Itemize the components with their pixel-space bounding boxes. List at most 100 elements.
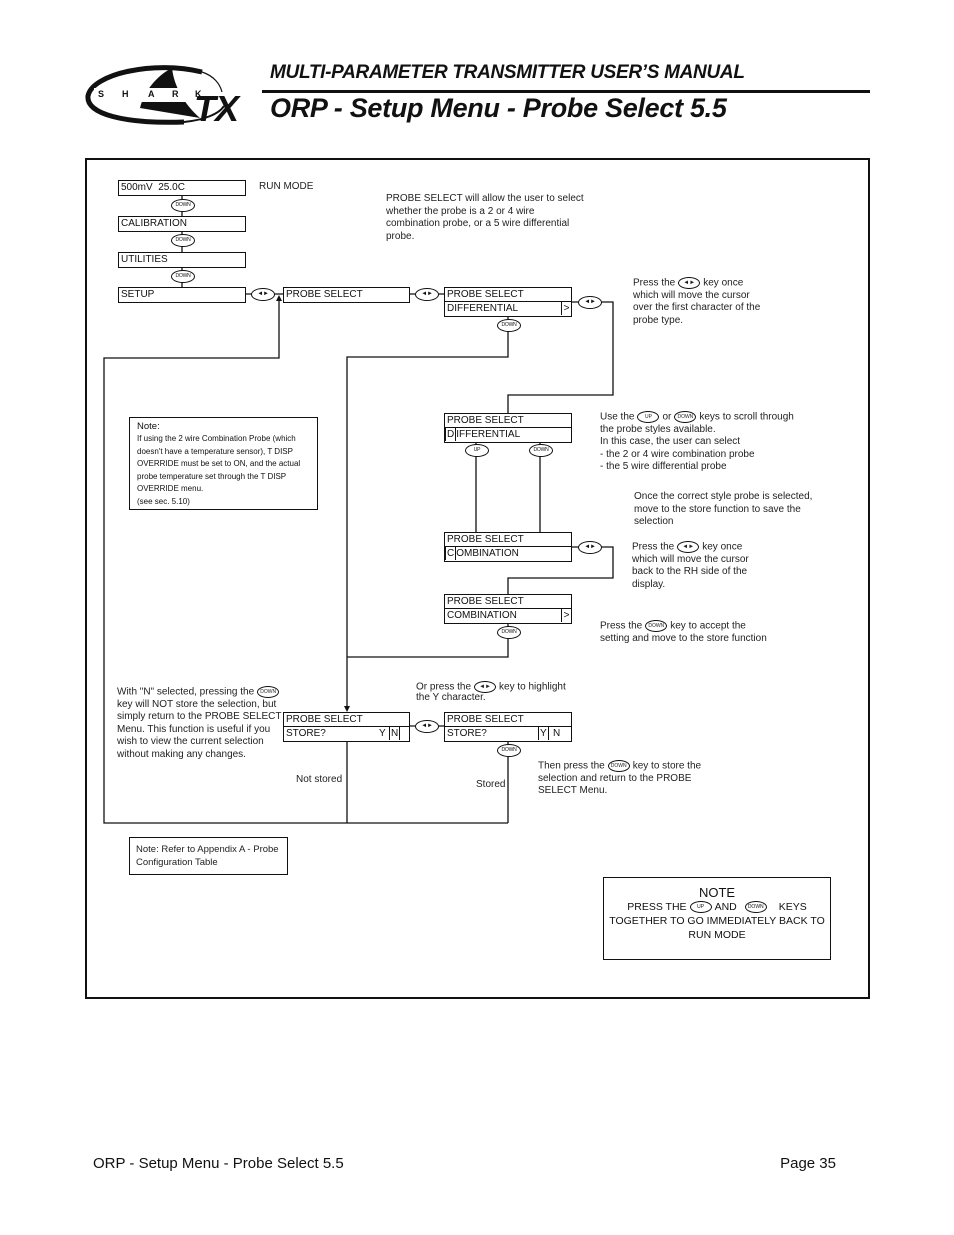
probe-type-value: COMBINATION	[447, 610, 517, 621]
note-temperature: Note: If using the 2 wire Combination Pr…	[129, 417, 318, 510]
down-key-icon: DOWN	[171, 234, 195, 247]
text-fragment: PRESS THE	[627, 901, 687, 913]
screen-line2: DIFFERENTIAL >	[445, 301, 571, 315]
menu-setup: SETUP	[118, 287, 246, 303]
screen-line1: PROBE SELECT	[447, 289, 524, 300]
text-line: setting and move to the store function	[600, 632, 767, 644]
text-line: Note: Refer to Appendix A - Probe	[136, 844, 279, 855]
text-fragment: KEYS	[778, 901, 807, 913]
text-fragment: or	[662, 411, 672, 423]
text-fragment: Use the	[600, 411, 635, 423]
yes-option-selected: Y	[538, 727, 549, 740]
probe-select-label: PROBE SELECT	[286, 289, 363, 300]
left-right-key-icon: ◄►	[474, 681, 497, 693]
text-line: In this case, the user can select	[600, 436, 741, 447]
menu-calibration: CALIBRATION	[118, 216, 246, 232]
down-key-icon: DOWN	[171, 270, 195, 283]
left-right-key-icon: ◄►	[251, 288, 275, 301]
screen-combination-cursor: PROBE SELECT C OMBINATION	[444, 532, 572, 562]
down-key-icon: DOWN	[497, 626, 521, 639]
hint-accept: Press the DOWN key to accept the setting a…	[600, 620, 767, 645]
hint-store: Then press the DOWN key to store the selec…	[538, 760, 701, 798]
run-mode-value: 500mV 25.0C	[121, 182, 185, 193]
down-key-icon: DOWN	[497, 744, 521, 757]
note-run-mode: NOTE PRESS THE UP AND DOWN KEYS TOGETHER TO …	[603, 877, 831, 960]
text-fragment: AND	[714, 901, 737, 913]
hint-n-selected: With "N" selected, pressing the DOWN key …	[117, 686, 282, 761]
text-line: combination probe, or a 5 wire different…	[386, 218, 570, 229]
screen-line2: D IFFERENTIAL	[445, 427, 571, 441]
text-fragment: Press the	[600, 620, 643, 632]
run-mode-label: RUN MODE	[259, 181, 314, 192]
utilities-label: UTILITIES	[121, 254, 168, 265]
text-line: display.	[632, 578, 666, 590]
text-line: which will move the cursor	[632, 553, 749, 565]
menu-probe-select: PROBE SELECT	[283, 287, 410, 303]
no-option-selected: N	[389, 727, 401, 740]
note-appendix: Note: Refer to Appendix A - Probe Config…	[129, 837, 288, 875]
text-fragment: key once	[702, 541, 743, 553]
text-line: probe type.	[633, 314, 684, 326]
text-line: key will NOT store the selection, but	[117, 698, 277, 710]
run-mode-display: 500mV 25.0C	[118, 180, 246, 196]
left-right-key-icon: ◄►	[578, 541, 602, 554]
cursor-character: D	[445, 428, 457, 441]
text-line: PRESS THE UP AND DOWN KEYS	[604, 900, 830, 914]
screen-line1: PROBE SELECT	[447, 596, 524, 607]
text-fragment: Press the	[633, 277, 676, 289]
probe-type-value: DIFFERENTIAL	[447, 303, 519, 314]
store-prompt: STORE?	[447, 728, 487, 739]
down-key-icon: DOWN	[529, 444, 553, 457]
down-key-icon: DOWN	[607, 760, 630, 772]
down-key-icon: DOWN	[171, 199, 195, 212]
text-line: - the 2 or 4 wire combination probe	[600, 448, 755, 460]
text-line: OVERRIDE menu.	[137, 484, 204, 494]
text-line: move to the store function to save the	[634, 503, 801, 515]
text-fragment: Then press the	[538, 760, 605, 772]
not-stored-label: Not stored	[296, 774, 343, 785]
screen-line1: PROBE SELECT	[447, 534, 524, 545]
screen-line1: PROBE SELECT	[447, 415, 524, 426]
no-option: N	[553, 728, 561, 739]
left-right-key-icon: ◄►	[678, 277, 701, 289]
hint-scroll: Use the UP or DOWN keys to scroll through th…	[600, 411, 794, 474]
text-line: simply return to the PROBE SELECT	[117, 711, 282, 722]
text-fragment: key to store the	[632, 760, 702, 772]
hint-cursor-first: Press the ◄► key once which will move the …	[633, 277, 760, 327]
text-line: whether the probe is a 2 or 4 wire	[386, 205, 535, 217]
screen-combination: PROBE SELECT COMBINATION >	[444, 594, 572, 624]
down-key-icon: DOWN	[674, 411, 697, 423]
hint-once-selected: Once the correct style probe is selected…	[634, 491, 812, 529]
text-line: which will move the cursor	[633, 289, 750, 301]
calibration-label: CALIBRATION	[121, 218, 187, 229]
text-line: wish to view the current selection	[117, 736, 264, 747]
cursor-character: C	[445, 547, 457, 560]
note-title: Note:	[137, 421, 160, 432]
text-fragment: With "N" selected, pressing the	[117, 686, 255, 698]
down-key-icon: DOWN	[497, 319, 521, 332]
text-line: doesn't have a temperature sensor), T DI…	[137, 446, 293, 456]
page-number: Page 35	[780, 1155, 836, 1172]
text-line: Once the correct style probe is selected…	[634, 491, 813, 502]
text-line: back to the RH side of the	[632, 566, 748, 577]
text-line: RUN MODE	[688, 929, 746, 941]
probe-type-rest: IFFERENTIAL	[456, 429, 521, 440]
screen-line2: COMBINATION >	[445, 608, 571, 622]
arrow-up-icon	[276, 295, 282, 301]
screen-line1: PROBE SELECT	[286, 714, 363, 725]
text-line: selection and return to the PROBE	[538, 772, 692, 784]
note-title: NOTE	[698, 885, 736, 900]
intro-text: PROBE SELECT will allow the user to sele…	[386, 193, 584, 243]
text-line: without making any changes.	[117, 748, 246, 760]
text-fragment: Press the	[632, 541, 675, 553]
stored-label: Stored	[476, 779, 506, 790]
left-right-key-icon: ◄►	[415, 720, 439, 733]
text-fragment: key to highlight	[499, 681, 566, 693]
screen-line2: STORE? Y N	[445, 726, 571, 740]
down-key-icon: DOWN	[645, 620, 668, 632]
right-indicator: >	[561, 609, 571, 622]
down-key-icon: DOWN	[257, 686, 280, 698]
store-prompt: STORE?	[286, 728, 326, 739]
text-line: - the 5 wire differential probe	[600, 461, 727, 472]
text-line: SELECT Menu.	[538, 785, 608, 796]
